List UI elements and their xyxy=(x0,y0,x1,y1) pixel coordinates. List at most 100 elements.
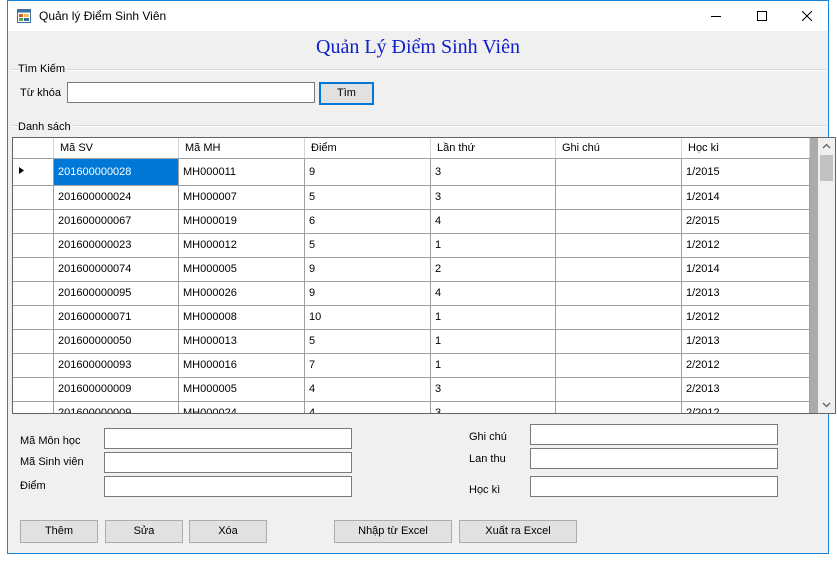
table-row[interactable]: 201600000023 MH000012 5 1 1/2012 xyxy=(13,233,810,258)
cell-subject-id[interactable]: MH000019 xyxy=(178,209,305,234)
row-header-cell[interactable] xyxy=(13,329,54,354)
cell-attempt[interactable]: 3 xyxy=(430,377,556,402)
row-header-cell[interactable] xyxy=(13,158,54,186)
table-row[interactable]: 201600000028 MH000011 9 3 1/2015 xyxy=(13,158,810,186)
column-header-subject-id[interactable]: Mã MH xyxy=(178,138,305,159)
scroll-up-arrow-icon[interactable] xyxy=(818,138,835,155)
cell-attempt[interactable]: 1 xyxy=(430,305,556,330)
cell-score[interactable]: 9 xyxy=(304,257,431,282)
cell-subject-id[interactable]: MH000005 xyxy=(178,377,305,402)
cell-score[interactable]: 9 xyxy=(304,281,431,306)
cell-note[interactable] xyxy=(555,185,682,210)
cell-score[interactable]: 10 xyxy=(304,305,431,330)
cell-attempt[interactable]: 1 xyxy=(430,353,556,378)
cell-score[interactable]: 4 xyxy=(304,401,431,413)
row-header-cell[interactable] xyxy=(13,305,54,330)
cell-subject-id[interactable]: MH000012 xyxy=(178,233,305,258)
cell-attempt[interactable]: 4 xyxy=(430,209,556,234)
cell-semester[interactable]: 1/2014 xyxy=(681,257,810,282)
cell-note[interactable] xyxy=(555,377,682,402)
row-header-cell[interactable] xyxy=(13,281,54,306)
cell-subject-id[interactable]: MH000005 xyxy=(178,257,305,282)
row-header-cell[interactable] xyxy=(13,377,54,402)
cell-score[interactable]: 5 xyxy=(304,329,431,354)
cell-semester[interactable]: 1/2012 xyxy=(681,233,810,258)
cell-student-id[interactable]: 201600000071 xyxy=(53,305,179,330)
cell-semester[interactable]: 2/2012 xyxy=(681,353,810,378)
semester-input[interactable] xyxy=(530,476,778,497)
cell-attempt[interactable]: 2 xyxy=(430,257,556,282)
row-header-cell[interactable] xyxy=(13,185,54,210)
attempt-input[interactable] xyxy=(530,448,778,469)
table-row[interactable]: 201600000074 MH000005 9 2 1/2014 xyxy=(13,257,810,282)
maximize-button[interactable] xyxy=(739,1,785,31)
table-row[interactable]: 201600000071 MH000008 10 1 1/2012 xyxy=(13,305,810,330)
cell-semester[interactable]: 1/2015 xyxy=(681,158,810,186)
table-row[interactable]: 201600000067 MH000019 6 4 2/2015 xyxy=(13,209,810,234)
import-excel-button[interactable]: Nhập từ Excel xyxy=(334,520,452,543)
cell-subject-id[interactable]: MH000007 xyxy=(178,185,305,210)
add-button[interactable]: Thêm xyxy=(20,520,98,543)
minimize-button[interactable] xyxy=(693,1,739,31)
student-id-input[interactable] xyxy=(104,452,352,473)
cell-semester[interactable]: 2/2012 xyxy=(681,401,810,413)
cell-subject-id[interactable]: MH000024 xyxy=(178,401,305,413)
cell-attempt[interactable]: 1 xyxy=(430,329,556,354)
cell-semester[interactable]: 1/2013 xyxy=(681,329,810,354)
cell-score[interactable]: 5 xyxy=(304,185,431,210)
table-row[interactable]: 201600000024 MH000007 5 3 1/2014 xyxy=(13,185,810,210)
grid-vertical-scrollbar[interactable] xyxy=(818,138,835,413)
cell-student-id[interactable]: 201600000050 xyxy=(53,329,179,354)
cell-student-id[interactable]: 201600000028 xyxy=(53,158,179,186)
cell-note[interactable] xyxy=(555,158,682,186)
cell-score[interactable]: 9 xyxy=(304,158,431,186)
column-header-note[interactable]: Ghi chú xyxy=(555,138,682,159)
cell-attempt[interactable]: 3 xyxy=(430,401,556,413)
cell-student-id[interactable]: 201600000009 xyxy=(53,377,179,402)
cell-subject-id[interactable]: MH000026 xyxy=(178,281,305,306)
cell-note[interactable] xyxy=(555,257,682,282)
search-button[interactable]: Tìm xyxy=(319,82,374,105)
cell-score[interactable]: 6 xyxy=(304,209,431,234)
column-header-score[interactable]: Điểm xyxy=(304,138,431,159)
row-header-cell[interactable] xyxy=(13,209,54,234)
cell-semester[interactable]: 1/2013 xyxy=(681,281,810,306)
cell-student-id[interactable]: 201600000067 xyxy=(53,209,179,234)
cell-score[interactable]: 5 xyxy=(304,233,431,258)
row-header-cell[interactable] xyxy=(13,401,54,413)
row-header-cell[interactable] xyxy=(13,257,54,282)
keyword-input[interactable] xyxy=(67,82,315,103)
column-header-attempt[interactable]: Lần thứ xyxy=(430,138,556,159)
cell-attempt[interactable]: 1 xyxy=(430,233,556,258)
column-header-semester[interactable]: Học kì xyxy=(681,138,810,159)
scroll-down-arrow-icon[interactable] xyxy=(818,396,835,413)
scores-grid[interactable]: Mã SV Mã MH Điểm Lần thứ Ghi chú Học kì … xyxy=(12,137,836,414)
row-header-cell[interactable] xyxy=(13,233,54,258)
cell-note[interactable] xyxy=(555,329,682,354)
cell-note[interactable] xyxy=(555,281,682,306)
export-excel-button[interactable]: Xuất ra Excel xyxy=(459,520,577,543)
cell-semester[interactable]: 1/2012 xyxy=(681,305,810,330)
cell-student-id[interactable]: 201600000024 xyxy=(53,185,179,210)
cell-student-id[interactable]: 201600000009 xyxy=(53,401,179,413)
column-header-student-id[interactable]: Mã SV xyxy=(53,138,179,159)
edit-button[interactable]: Sửa xyxy=(105,520,183,543)
subject-id-input[interactable] xyxy=(104,428,352,449)
cell-score[interactable]: 4 xyxy=(304,377,431,402)
cell-subject-id[interactable]: MH000016 xyxy=(178,353,305,378)
close-button[interactable] xyxy=(784,1,830,31)
table-row[interactable]: 201600000009 MH000005 4 3 2/2013 xyxy=(13,377,810,402)
table-row[interactable]: 201600000009 MH000024 4 3 2/2012 xyxy=(13,401,810,413)
cell-note[interactable] xyxy=(555,209,682,234)
cell-note[interactable] xyxy=(555,233,682,258)
delete-button[interactable]: Xóa xyxy=(189,520,267,543)
cell-semester[interactable]: 1/2014 xyxy=(681,185,810,210)
table-row[interactable]: 201600000093 MH000016 7 1 2/2012 xyxy=(13,353,810,378)
score-input[interactable] xyxy=(104,476,352,497)
scroll-thumb[interactable] xyxy=(820,155,833,181)
row-header-cell[interactable] xyxy=(13,353,54,378)
cell-semester[interactable]: 2/2015 xyxy=(681,209,810,234)
cell-attempt[interactable]: 3 xyxy=(430,158,556,186)
cell-student-id[interactable]: 201600000093 xyxy=(53,353,179,378)
cell-subject-id[interactable]: MH000013 xyxy=(178,329,305,354)
